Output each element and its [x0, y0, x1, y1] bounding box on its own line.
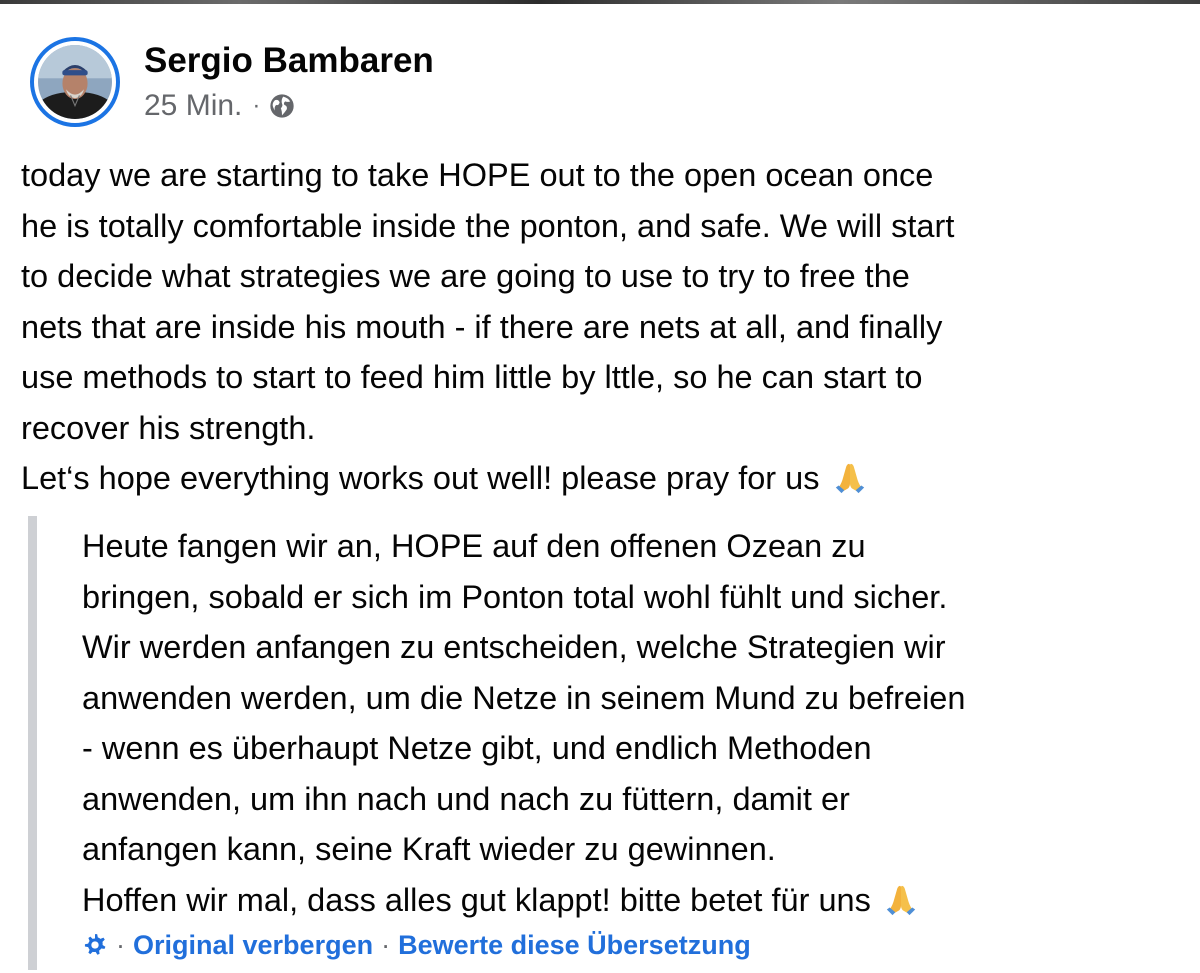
post-body: today we are starting to take HOPE out t… — [21, 150, 1191, 504]
post-text-line: Let‘s hope everything works out well! pl… — [21, 460, 820, 496]
translation-line: anfangen kann, seine Kraft wieder zu gew… — [82, 831, 776, 867]
post-header: Sergio Bambaren 25 Min. · — [30, 34, 434, 130]
translation-last-line: Hoffen wir mal, dass alles gut klappt! b… — [82, 875, 1192, 926]
hide-original-link[interactable]: Original verbergen — [133, 930, 373, 961]
rate-translation-link[interactable]: Bewerte diese Übersetzung — [398, 930, 751, 961]
translation-quote-bar — [28, 516, 37, 970]
folded-hands-emoji — [835, 463, 864, 494]
translation-line: anwenden, um ihn nach und nach zu fütter… — [82, 780, 850, 817]
author-name[interactable]: Sergio Bambaren — [144, 40, 434, 82]
action-separator: · — [381, 929, 391, 960]
profile-photo — [38, 45, 112, 119]
translation-block: Heute fangen wir an, HOPE auf den offene… — [82, 521, 1192, 925]
translation-line: Heute fangen wir an, HOPE auf den offene… — [82, 528, 866, 564]
translation-line: Wir werden anfangen zu entscheiden, welc… — [82, 629, 946, 665]
post-text-line: nets that are inside his mouth - if ther… — [21, 308, 943, 345]
post-timestamp[interactable]: 25 Min. — [144, 88, 242, 124]
top-photo-strip — [0, 0, 1200, 4]
translation-line: anwenden werden, um die Netze in seinem … — [82, 679, 966, 716]
avatar[interactable] — [30, 37, 120, 127]
post-text-last-line: Let‘s hope everything works out well! pl… — [21, 453, 1191, 504]
translation-line: bringen, sobald er sich im Ponton total … — [82, 578, 948, 615]
translation-line: Hoffen wir mal, dass alles gut klappt! b… — [82, 881, 871, 918]
gear-icon[interactable] — [82, 932, 108, 958]
post-text-line: to decide what strategies we are going t… — [21, 258, 910, 294]
post-text-line: recover his strength. — [21, 409, 316, 446]
globe-icon[interactable] — [268, 92, 296, 120]
post-text-line: he is totally comfortable inside the pon… — [21, 207, 955, 244]
post-text-line: use methods to start to feed him little … — [21, 359, 923, 395]
translation-line: - wenn es überhaupt Netze gibt, und endl… — [82, 730, 872, 766]
post-text-line: today we are starting to take HOPE out t… — [21, 157, 934, 193]
folded-hands-emoji — [886, 885, 916, 915]
post-meta: 25 Min. · — [144, 88, 434, 124]
action-separator: · — [116, 929, 125, 960]
meta-separator: · — [252, 92, 261, 119]
translation-actions: · Original verbergen · Bewerte diese Übe… — [82, 925, 751, 965]
